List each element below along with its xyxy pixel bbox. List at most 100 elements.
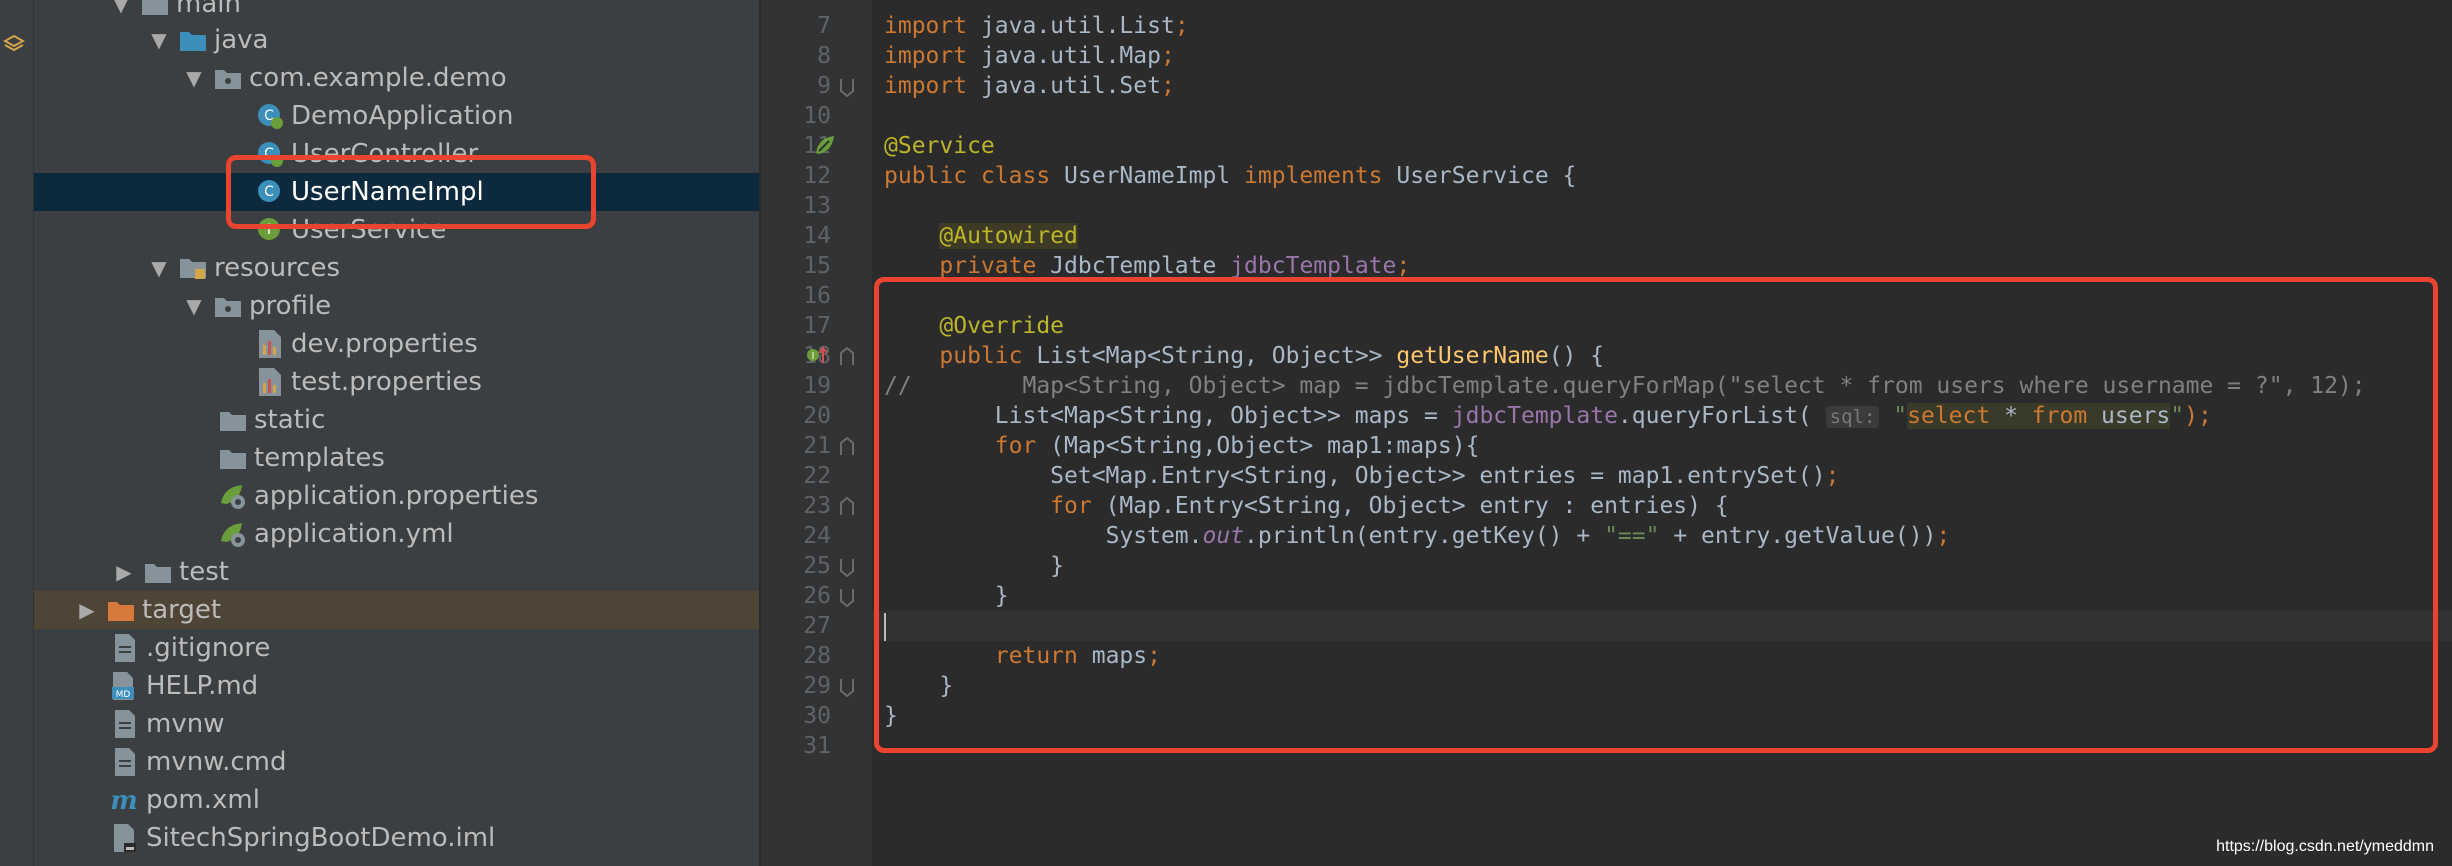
implementing-icon[interactable]: I bbox=[805, 343, 829, 367]
tree-item-test-properties[interactable]: test.properties bbox=[34, 363, 759, 401]
tree-item-test[interactable]: ▶ test bbox=[34, 553, 759, 591]
chevron-down-icon[interactable]: ▼ bbox=[110, 0, 132, 16]
tree-item-label: target bbox=[142, 595, 222, 625]
file-icon bbox=[110, 633, 140, 663]
tree-item-label: resources bbox=[214, 253, 341, 283]
line-number: 27 bbox=[803, 613, 831, 639]
tree-item-label: mvnw bbox=[146, 709, 225, 739]
tree-item-pom-xml[interactable]: m pom.xml bbox=[34, 781, 759, 819]
fold-icon[interactable] bbox=[835, 495, 859, 519]
line-number: 25 bbox=[803, 553, 831, 579]
chevron-down-icon[interactable]: ▼ bbox=[183, 294, 205, 318]
svg-text:MD: MD bbox=[116, 690, 131, 700]
file-icon bbox=[110, 709, 140, 739]
folder-icon bbox=[213, 291, 243, 321]
fold-icon[interactable] bbox=[835, 675, 859, 699]
tree-item-package[interactable]: ▼ com.example.demo bbox=[34, 59, 759, 97]
tree-item-label: mvnw.cmd bbox=[146, 747, 287, 777]
svg-text:m: m bbox=[110, 786, 138, 815]
tree-item-java[interactable]: ▼ java bbox=[34, 21, 759, 59]
tree-item-label: dev.properties bbox=[291, 329, 478, 359]
tree-item-resources[interactable]: ▼ resources bbox=[34, 249, 759, 287]
highlight-box-code bbox=[874, 277, 2438, 753]
line-number: 22 bbox=[803, 463, 831, 489]
tree-item-application-yml[interactable]: application.yml bbox=[34, 515, 759, 553]
line-number: 10 bbox=[803, 103, 831, 129]
chevron-down-icon[interactable]: ▼ bbox=[183, 66, 205, 90]
tree-item-label: SitechSpringBootDemo.iml bbox=[146, 823, 496, 853]
line-number: 8 bbox=[817, 43, 831, 69]
code-line-7: import java.util.List; bbox=[884, 13, 1189, 39]
line-number: 24 bbox=[803, 523, 831, 549]
project-tree: ▼ main ▼ java ▼ com.example.demo C DemoA… bbox=[34, 0, 759, 866]
chevron-right-icon[interactable]: ▶ bbox=[113, 560, 135, 584]
line-number: 31 bbox=[803, 733, 831, 759]
line-number: 16 bbox=[803, 283, 831, 309]
markdown-file-icon: MD bbox=[110, 671, 140, 701]
tree-item-label: pom.xml bbox=[146, 785, 260, 815]
tree-item-label: java bbox=[214, 25, 269, 55]
tree-item-profile[interactable]: ▼ profile bbox=[34, 287, 759, 325]
tree-item-demo-application[interactable]: C DemoApplication bbox=[34, 97, 759, 135]
properties-file-icon bbox=[255, 367, 285, 397]
fold-icon[interactable] bbox=[835, 585, 859, 609]
chevron-down-icon[interactable]: ▼ bbox=[148, 256, 170, 280]
line-number: 23 bbox=[803, 493, 831, 519]
line-number: 13 bbox=[803, 193, 831, 219]
code-line-11: @Service bbox=[884, 133, 995, 159]
watermark-url: https://blog.csdn.net/ymeddmn bbox=[2216, 838, 2434, 855]
tree-item-label: DemoApplication bbox=[291, 101, 514, 131]
spring-bean-icon[interactable] bbox=[813, 133, 837, 157]
tree-item-mvnw[interactable]: mvnw bbox=[34, 705, 759, 743]
folder-icon bbox=[218, 443, 248, 473]
tree-item-label: application.properties bbox=[254, 481, 539, 511]
spring-config-icon bbox=[218, 481, 248, 511]
line-number: 28 bbox=[803, 643, 831, 669]
tree-item-label: test bbox=[179, 557, 229, 587]
tree-item-label: .gitignore bbox=[146, 633, 271, 663]
excluded-folder-icon bbox=[106, 595, 136, 625]
fold-icon[interactable] bbox=[835, 345, 859, 369]
line-number: 14 bbox=[803, 223, 831, 249]
line-number: 21 bbox=[803, 433, 831, 459]
tree-item-mvnw-cmd[interactable]: mvnw.cmd bbox=[34, 743, 759, 781]
folder-icon bbox=[218, 405, 248, 435]
line-number: 26 bbox=[803, 583, 831, 609]
code-editor[interactable]: import java.util.List; import java.util.… bbox=[872, 0, 2452, 866]
tree-item-help-md[interactable]: MD HELP.md bbox=[34, 667, 759, 705]
maven-icon: m bbox=[110, 785, 140, 815]
code-line-9: import java.util.Set; bbox=[884, 73, 1175, 99]
tree-item-main[interactable]: ▼ main bbox=[34, 0, 759, 23]
tree-item-templates[interactable]: templates bbox=[34, 439, 759, 477]
line-number: 9 bbox=[817, 73, 831, 99]
spring-config-icon bbox=[218, 519, 248, 549]
line-number: 15 bbox=[803, 253, 831, 279]
chevron-down-icon[interactable]: ▼ bbox=[148, 28, 170, 52]
code-line-12: public class UserNameImpl implements Use… bbox=[884, 163, 1577, 189]
line-number: 17 bbox=[803, 313, 831, 339]
fold-icon[interactable] bbox=[835, 435, 859, 459]
line-number: 12 bbox=[803, 163, 831, 189]
line-number: 20 bbox=[803, 403, 831, 429]
tree-item-iml[interactable]: SitechSpringBootDemo.iml bbox=[34, 819, 759, 857]
fold-icon[interactable] bbox=[835, 555, 859, 579]
source-folder-icon bbox=[178, 25, 208, 55]
resources-folder-icon bbox=[178, 253, 208, 283]
tree-item-label: HELP.md bbox=[146, 671, 259, 701]
folder-icon bbox=[143, 557, 173, 587]
editor-gutter: 7 8 9 10 11 12 13 14 15 16 17 18 19 20 2… bbox=[760, 0, 873, 866]
tree-item-label: test.properties bbox=[291, 367, 482, 397]
svg-text:I: I bbox=[812, 351, 815, 362]
tree-item-gitignore[interactable]: .gitignore bbox=[34, 629, 759, 667]
chevron-right-icon[interactable]: ▶ bbox=[76, 598, 98, 622]
tree-item-static[interactable]: static bbox=[34, 401, 759, 439]
tree-item-dev-properties[interactable]: dev.properties bbox=[34, 325, 759, 363]
tree-item-application-properties[interactable]: application.properties bbox=[34, 477, 759, 515]
tool-window-stripe: Le bbox=[0, 0, 34, 866]
layers-icon[interactable] bbox=[3, 33, 25, 55]
tree-item-label: templates bbox=[254, 443, 385, 473]
folder-icon bbox=[140, 0, 170, 19]
fold-icon[interactable] bbox=[835, 75, 859, 99]
tree-item-target[interactable]: ▶ target bbox=[34, 591, 759, 629]
file-icon bbox=[110, 747, 140, 777]
